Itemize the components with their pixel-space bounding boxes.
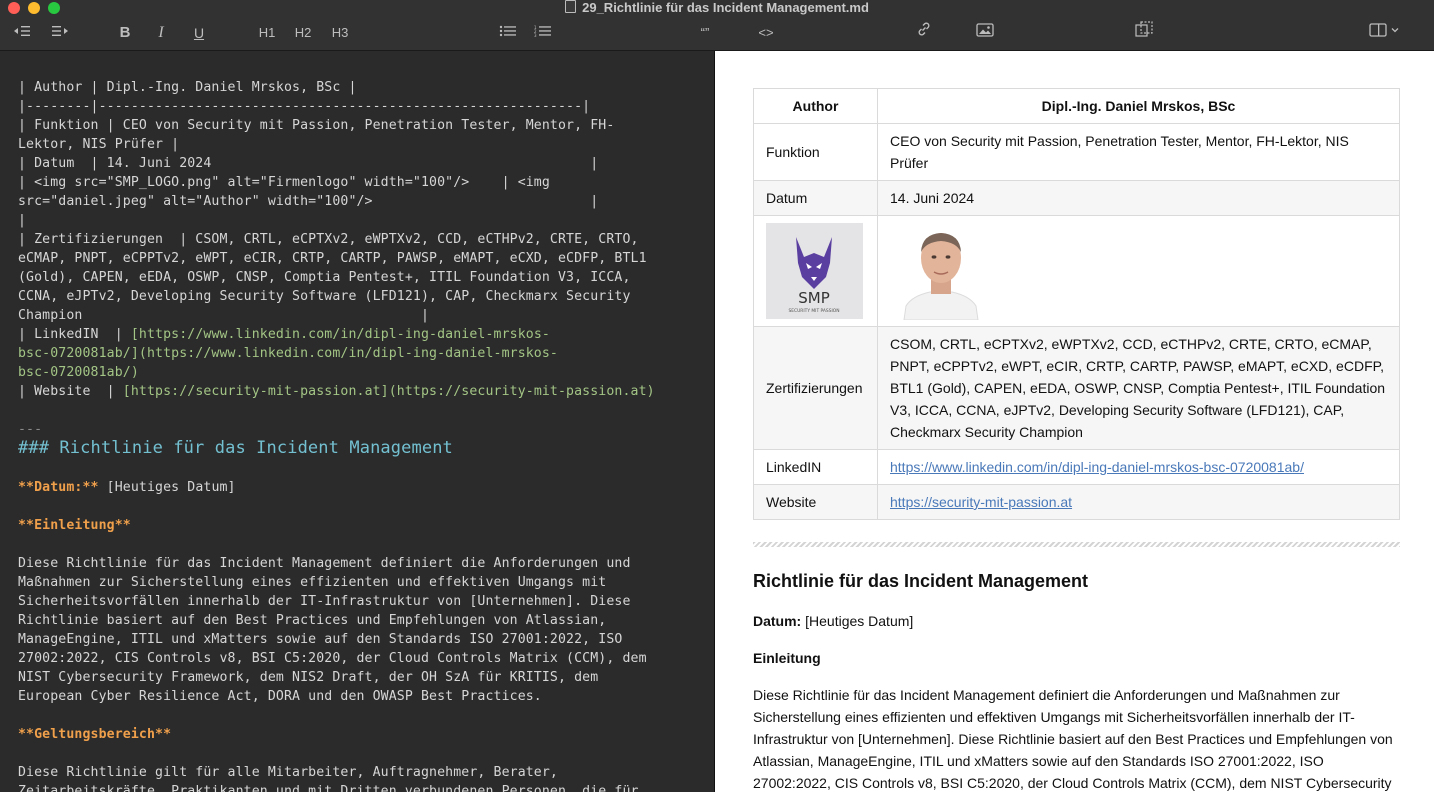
preview-paragraph: Diese Richtlinie für das Incident Manage… (753, 687, 1393, 791)
table-row: Zertifizierungen CSOM, CRTL, eCPTXv2, eW… (753, 326, 1400, 450)
author-table: Author Dipl.-Ing. Daniel Mrskos, BSc Fun… (753, 88, 1400, 520)
horizontal-rule (753, 542, 1400, 547)
table-row: Website https://security-mit-passion.at (753, 484, 1400, 520)
split-view-toggle-icon[interactable] (1366, 16, 1402, 50)
editor-line: | Website | (18, 384, 123, 399)
table-cell-value: https://www.linkedin.com/in/dipl-ing-dan… (877, 449, 1400, 485)
table-header-value: Dipl.-Ing. Daniel Mrskos, BSc (877, 88, 1400, 124)
editor-line: | Zertifizierungen | CSOM, CRTL, eCPTXv2… (18, 232, 639, 247)
editor-line: | Author | Dipl.-Ing. Daniel Mrskos, BSc… (18, 80, 357, 95)
formatting-toolbar: B I U H1 H2 H3 123 “” <> (0, 16, 1434, 51)
table-icon[interactable] (1132, 16, 1156, 50)
photo-cell (877, 215, 1400, 327)
table-header-label: Author (753, 88, 878, 124)
editor-line: Zeitarbeitskräfte, Praktikanten und mit … (18, 784, 639, 792)
outdent-icon[interactable] (10, 16, 34, 50)
editor-line: Lektor, NIS Prüfer | (18, 137, 180, 152)
table-row: Funktion CEO von Security mit Passion, P… (753, 123, 1400, 181)
italic-button[interactable]: I (150, 16, 172, 50)
editor-link[interactable]: [https://www.linkedin.com/in/dipl-ing-da… (131, 327, 550, 342)
editor-link[interactable]: [https://security-mit-passion.at](https:… (123, 384, 655, 399)
editor-line: | <img src="SMP_LOGO.png" alt="Firmenlog… (18, 175, 550, 190)
author-photo-image (890, 222, 992, 320)
indent-icon[interactable] (48, 16, 72, 50)
table-row: LinkedIN https://www.linkedin.com/in/dip… (753, 449, 1400, 485)
editor-line: Richtlinie basiert auf den Best Practice… (18, 613, 607, 628)
bold-button[interactable]: B (114, 16, 136, 50)
editor-bold: **Datum:** (18, 480, 99, 495)
window-title: 29_Richtlinie für das Incident Managemen… (582, 0, 869, 15)
website-link[interactable]: https://security-mit-passion.at (890, 494, 1072, 510)
table-cell-label: Funktion (753, 123, 878, 181)
table-row: Datum 14. Juni 2024 (753, 180, 1400, 216)
heading3-button[interactable]: H3 (327, 16, 353, 50)
editor-link[interactable]: bsc-0720081ab/](https://www.linkedin.com… (18, 346, 558, 361)
editor-line: (Gold), CAPEN, eEDA, OSWP, CNSP, Comptia… (18, 270, 631, 285)
editor-line: Champion | (18, 308, 430, 323)
logo-cell: SMP SECURITY MIT PASSION (753, 215, 878, 327)
editor-line: |--------|------------------------------… (18, 99, 591, 114)
link-icon[interactable] (912, 16, 936, 50)
table-cell-label: LinkedIN (753, 449, 878, 485)
table-cell-value: https://security-mit-passion.at (877, 484, 1400, 520)
editor-line: NIST Cybersecurity Framework, dem NIS2 D… (18, 670, 599, 685)
table-cell-value: CEO von Security mit Passion, Penetratio… (877, 123, 1400, 181)
markdown-source: | Author | Dipl.-Ing. Daniel Mrskos, BSc… (0, 51, 714, 792)
preview-heading: Richtlinie für das Incident Management (753, 571, 1089, 591)
table-cell-label: Website (753, 484, 878, 520)
editor-line: Diese Richtlinie für das Incident Manage… (18, 556, 631, 571)
markdown-editor-pane[interactable]: | Author | Dipl.-Ing. Daniel Mrskos, BSc… (0, 51, 714, 792)
table-cell-value: CSOM, CRTL, eCPTXv2, eWPTXv2, CCD, eCTHP… (877, 326, 1400, 450)
quote-button[interactable]: “” (693, 16, 717, 50)
editor-line: | (18, 213, 27, 228)
linkedin-link[interactable]: https://www.linkedin.com/in/dipl-ing-dan… (890, 459, 1304, 475)
table-row: SMP SECURITY MIT PASSION (753, 215, 1400, 327)
company-logo-image: SMP SECURITY MIT PASSION (766, 223, 863, 319)
underline-button[interactable]: U (188, 16, 210, 50)
table-row: Author Dipl.-Ing. Daniel Mrskos, BSc (753, 88, 1400, 124)
table-cell-label: Zertifizierungen (753, 326, 878, 450)
editor-line: | Funktion | CEO von Security mit Passio… (18, 118, 615, 133)
table-cell-label: Datum (753, 180, 878, 216)
heading2-button[interactable]: H2 (290, 16, 316, 50)
editor-line: src="daniel.jpeg" alt="Author" width="10… (18, 194, 599, 209)
editor-line: | Datum | 14. Juni 2024 | (18, 156, 599, 171)
document-icon (565, 0, 577, 13)
logo-text: SMP (798, 289, 830, 307)
editor-bold: **Geltungsbereich** (18, 727, 172, 742)
editor-heading: ### Richtlinie für das Incident Manageme… (18, 438, 453, 458)
bullet-list-icon[interactable] (497, 16, 519, 50)
preview-datum-value: [Heutiges Datum] (801, 613, 914, 629)
title-bar: 29_Richtlinie für das Incident Managemen… (0, 0, 1434, 16)
editor-line: Maßnahmen zur Sicherstellung eines effiz… (18, 575, 607, 590)
editor-link[interactable]: bsc-0720081ab/) (18, 365, 139, 380)
svg-text:3: 3 (534, 33, 537, 37)
numbered-list-icon[interactable]: 123 (532, 16, 554, 50)
editor-line: 27002:2022, CIS Controls v8, BSI C5:2020… (18, 651, 647, 666)
editor-hr: --- (18, 422, 43, 437)
editor-line: European Cyber Resilience Act, DORA und … (18, 689, 542, 704)
code-button[interactable]: <> (754, 16, 778, 50)
table-cell-value: 14. Juni 2024 (877, 180, 1400, 216)
heading1-button[interactable]: H1 (254, 16, 280, 50)
logo-subtext: SECURITY MIT PASSION (788, 308, 839, 314)
editor-line: CCNA, eJPTv2, Developing Security Softwa… (18, 289, 631, 304)
editor-line: eCMAP, PNPT, eCPPTv2, eWPT, eCIR, CRTP, … (18, 251, 647, 266)
editor-line: | LinkedIN | (18, 327, 131, 342)
preview-einleitung: Einleitung (753, 650, 821, 666)
window-title-area: 29_Richtlinie für das Incident Managemen… (0, 0, 1434, 15)
image-icon[interactable] (973, 16, 997, 50)
preview-datum-label: Datum: (753, 613, 802, 629)
preview-datum: Datum: [Heutiges Datum] (753, 613, 913, 629)
editor-bold: **Einleitung** (18, 518, 131, 533)
editor-line: [Heutiges Datum] (98, 480, 236, 495)
editor-line: Sicherheitsvorfällen innerhalb der IT-In… (18, 594, 631, 609)
editor-line: ManageEngine, ITIL und xMatters sowie au… (18, 632, 623, 647)
editor-line: Diese Richtlinie gilt für alle Mitarbeit… (18, 765, 558, 780)
preview-pane: Author Dipl.-Ing. Daniel Mrskos, BSc Fun… (715, 51, 1434, 792)
